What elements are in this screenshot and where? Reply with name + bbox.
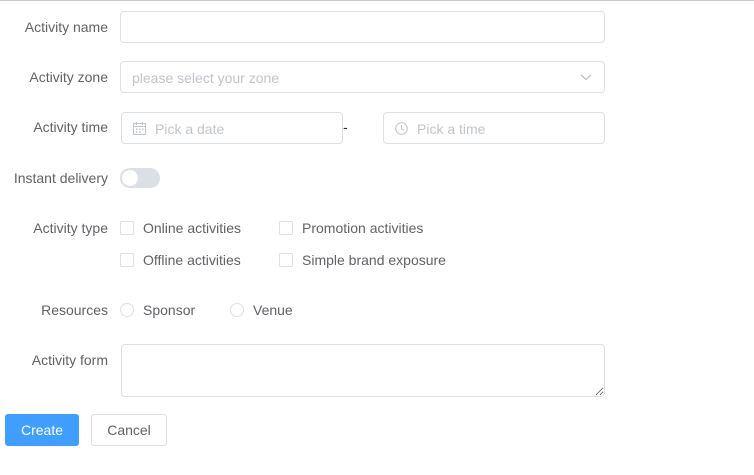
date-picker[interactable]: Pick a date (121, 112, 343, 144)
activity-form-textarea[interactable] (121, 344, 605, 397)
checkbox-promotion-activities[interactable]: Promotion activities (279, 220, 423, 236)
checkbox-label: Offline activities (143, 252, 241, 268)
radio-sponsor[interactable]: Sponsor (120, 302, 195, 318)
activity-zone-placeholder: please select your zone (132, 70, 280, 86)
activity-type-label: Activity type (33, 220, 108, 236)
radio-circle[interactable] (120, 303, 134, 317)
activity-name-input[interactable] (120, 11, 605, 43)
clock-icon (395, 122, 408, 135)
activity-zone-select[interactable]: please select your zone (120, 61, 605, 93)
checkbox-box[interactable] (279, 253, 293, 267)
checkbox-label: Simple brand exposure (302, 252, 446, 268)
time-picker[interactable]: Pick a time (383, 112, 605, 144)
activity-time-label: Activity time (33, 119, 108, 135)
instant-delivery-switch[interactable] (120, 168, 160, 188)
calendar-icon (133, 122, 146, 135)
time-range-separator: - (343, 119, 348, 135)
resources-label: Resources (41, 302, 108, 318)
radio-venue[interactable]: Venue (230, 302, 293, 318)
switch-knob (122, 170, 138, 186)
checkbox-label: Online activities (143, 220, 242, 236)
create-button[interactable]: Create (5, 414, 79, 446)
checkbox-online-activities[interactable]: Online activities (120, 220, 241, 236)
time-picker-placeholder: Pick a time (417, 121, 486, 137)
activity-form-label: Activity form (31, 352, 108, 368)
checkbox-box[interactable] (120, 253, 134, 267)
checkbox-box[interactable] (120, 221, 134, 235)
checkbox-box[interactable] (279, 221, 293, 235)
instant-delivery-label: Instant delivery (13, 170, 108, 186)
radio-circle[interactable] (230, 303, 244, 317)
activity-name-label: Activity name (24, 19, 108, 35)
activity-zone-label: Activity zone (29, 69, 108, 85)
chevron-down-icon (580, 74, 592, 81)
checkbox-offline-activities[interactable]: Offline activities (120, 252, 241, 268)
top-divider (0, 0, 754, 1)
radio-label: Sponsor (143, 302, 196, 318)
cancel-button[interactable]: Cancel (91, 414, 167, 446)
checkbox-label: Promotion activities (302, 220, 424, 236)
date-picker-placeholder: Pick a date (155, 121, 225, 137)
checkbox-simple-brand-exposure[interactable]: Simple brand exposure (279, 252, 446, 268)
radio-label: Venue (253, 302, 293, 318)
